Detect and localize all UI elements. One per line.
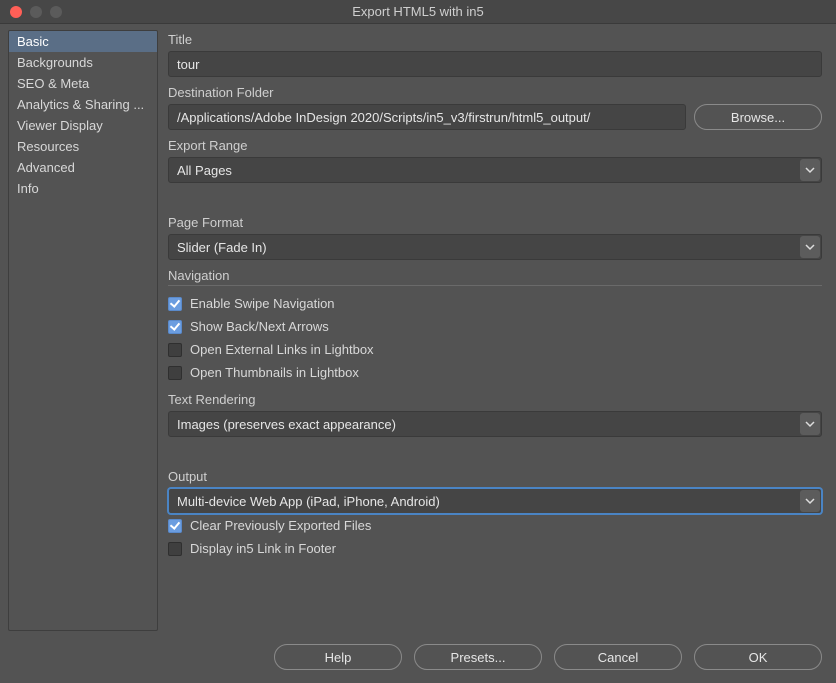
check-clear[interactable]: Clear Previously Exported Files — [168, 514, 822, 537]
navigation-heading: Navigation — [168, 268, 822, 286]
text-rendering-value: Images (preserves exact appearance) — [177, 417, 396, 432]
output-label: Output — [168, 469, 822, 484]
main-panel: Title Destination Folder Browse... Expor… — [168, 30, 828, 631]
sidebar-item-advanced[interactable]: Advanced — [9, 157, 157, 178]
zoom-icon — [50, 6, 62, 18]
check-arrows-label: Show Back/Next Arrows — [190, 319, 329, 334]
titlebar: Export HTML5 with in5 — [0, 0, 836, 24]
check-footer-label: Display in5 Link in Footer — [190, 541, 336, 556]
checkbox-icon — [168, 320, 182, 334]
chevron-down-icon — [800, 159, 820, 181]
check-thumbs-label: Open Thumbnails in Lightbox — [190, 365, 359, 380]
text-rendering-label: Text Rendering — [168, 392, 822, 407]
check-extlinks[interactable]: Open External Links in Lightbox — [168, 338, 822, 361]
ok-button[interactable]: OK — [694, 644, 822, 670]
output-select[interactable]: Multi-device Web App (iPad, iPhone, Andr… — [168, 488, 822, 514]
window-title: Export HTML5 with in5 — [0, 4, 836, 19]
sidebar-item-viewer-display[interactable]: Viewer Display — [9, 115, 157, 136]
page-format-value: Slider (Fade In) — [177, 240, 267, 255]
export-range-value: All Pages — [177, 163, 232, 178]
sidebar-item-analytics[interactable]: Analytics & Sharing ... — [9, 94, 157, 115]
help-button[interactable]: Help — [274, 644, 402, 670]
text-rendering-select[interactable]: Images (preserves exact appearance) — [168, 411, 822, 437]
sidebar-item-seo-meta[interactable]: SEO & Meta — [9, 73, 157, 94]
dest-folder-label: Destination Folder — [168, 85, 822, 100]
checkbox-icon — [168, 542, 182, 556]
page-format-label: Page Format — [168, 215, 822, 230]
page-format-select[interactable]: Slider (Fade In) — [168, 234, 822, 260]
check-footer[interactable]: Display in5 Link in Footer — [168, 537, 822, 560]
minimize-icon — [30, 6, 42, 18]
sidebar: Basic Backgrounds SEO & Meta Analytics &… — [8, 30, 158, 631]
check-clear-label: Clear Previously Exported Files — [190, 518, 371, 533]
check-swipe[interactable]: Enable Swipe Navigation — [168, 292, 822, 315]
chevron-down-icon — [800, 236, 820, 258]
title-input[interactable] — [168, 51, 822, 77]
dest-folder-input[interactable] — [168, 104, 686, 130]
output-value: Multi-device Web App (iPad, iPhone, Andr… — [177, 494, 440, 509]
footer: Help Presets... Cancel OK — [0, 631, 836, 683]
checkbox-icon — [168, 366, 182, 380]
export-range-label: Export Range — [168, 138, 822, 153]
check-extlinks-label: Open External Links in Lightbox — [190, 342, 374, 357]
check-arrows[interactable]: Show Back/Next Arrows — [168, 315, 822, 338]
checkbox-icon — [168, 519, 182, 533]
check-swipe-label: Enable Swipe Navigation — [190, 296, 335, 311]
close-icon[interactable] — [10, 6, 22, 18]
sidebar-item-info[interactable]: Info — [9, 178, 157, 199]
export-range-select[interactable]: All Pages — [168, 157, 822, 183]
browse-button[interactable]: Browse... — [694, 104, 822, 130]
title-label: Title — [168, 32, 822, 47]
sidebar-item-resources[interactable]: Resources — [9, 136, 157, 157]
checkbox-icon — [168, 297, 182, 311]
sidebar-item-backgrounds[interactable]: Backgrounds — [9, 52, 157, 73]
cancel-button[interactable]: Cancel — [554, 644, 682, 670]
sidebar-item-basic[interactable]: Basic — [9, 31, 157, 52]
check-thumbs[interactable]: Open Thumbnails in Lightbox — [168, 361, 822, 384]
chevron-down-icon — [800, 413, 820, 435]
window-controls — [0, 6, 62, 18]
checkbox-icon — [168, 343, 182, 357]
chevron-down-icon — [800, 490, 820, 512]
presets-button[interactable]: Presets... — [414, 644, 542, 670]
